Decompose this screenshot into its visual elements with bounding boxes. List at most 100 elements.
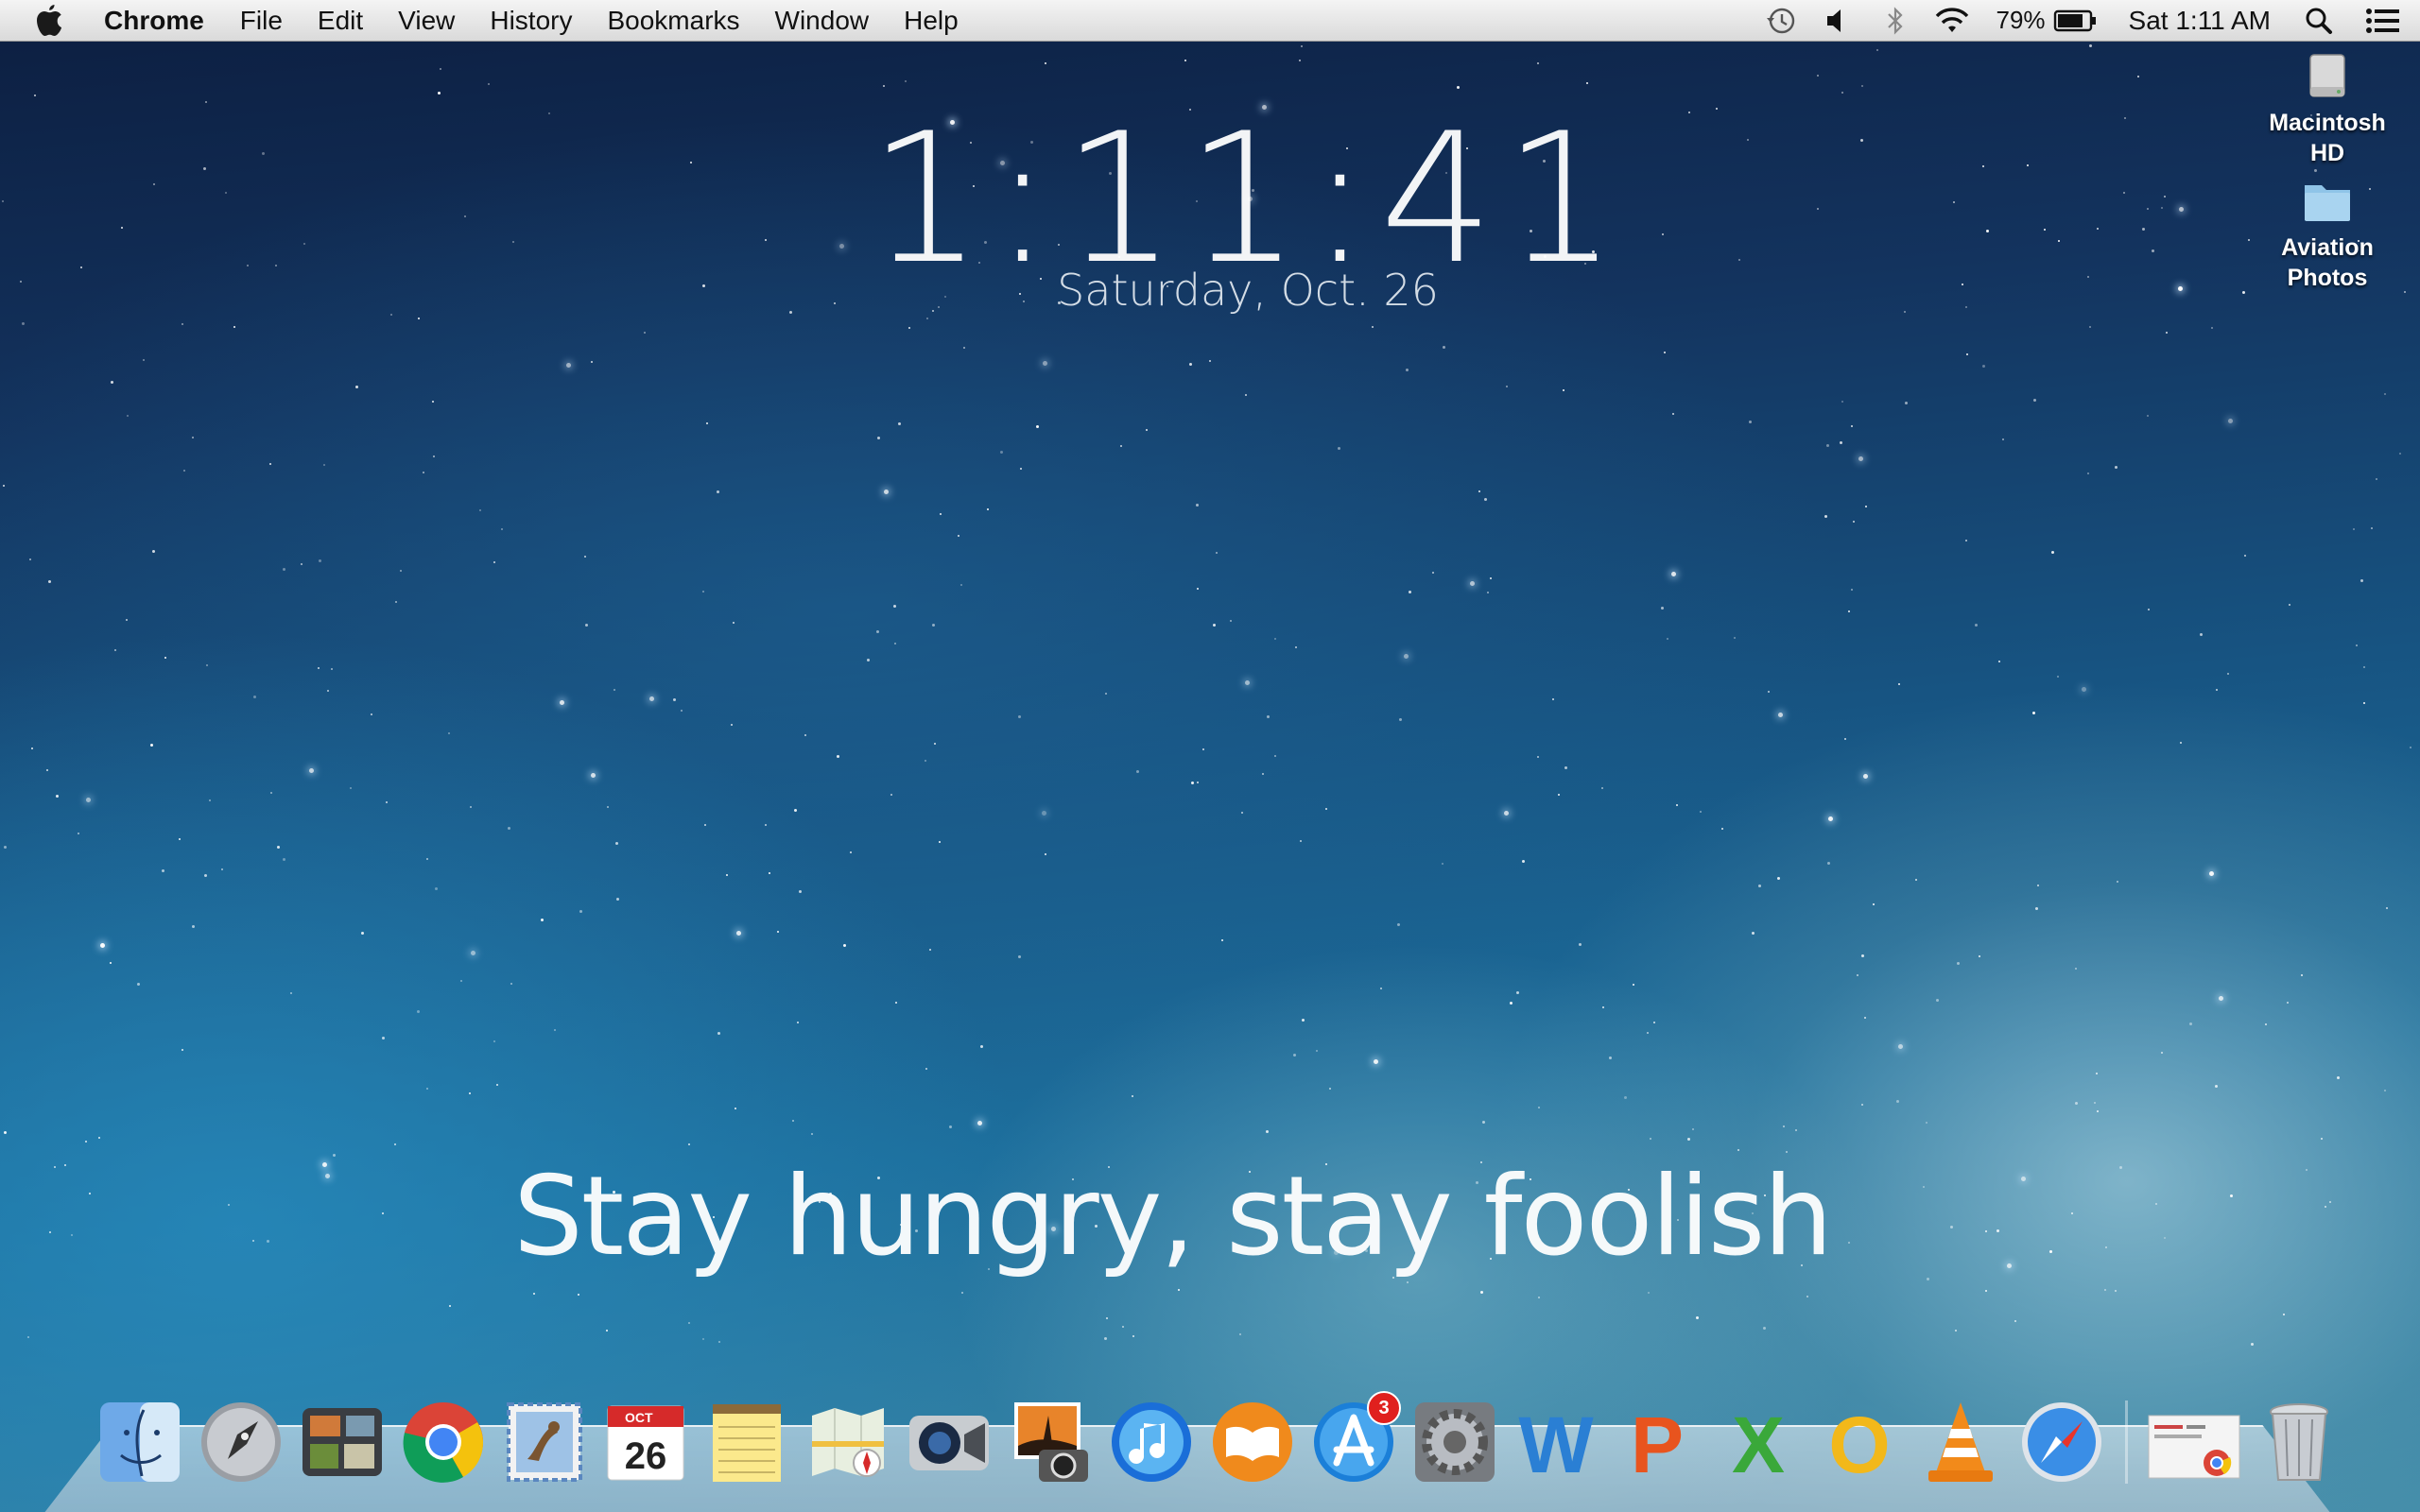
- dock-finder[interactable]: [95, 1397, 185, 1487]
- star: [769, 872, 770, 874]
- star: [940, 513, 942, 515]
- folder-icon: [2299, 176, 2356, 229]
- dock-maps[interactable]: [803, 1397, 893, 1487]
- star: [2337, 1076, 2340, 1079]
- wifi-icon[interactable]: [1933, 6, 1971, 36]
- star: [1274, 755, 1276, 757]
- dock-notes[interactable]: [701, 1397, 792, 1487]
- dock-iphoto[interactable]: [1005, 1397, 1096, 1487]
- star: [1692, 1128, 1694, 1130]
- star: [221, 868, 223, 870]
- menu-file[interactable]: File: [240, 6, 283, 36]
- calendar-day: 26: [625, 1435, 667, 1477]
- star: [183, 470, 185, 472]
- desktop-icon-aviation-photos[interactable]: Aviation Photos: [2233, 176, 2420, 293]
- dock-mission-control[interactable]: [297, 1397, 388, 1487]
- star: [1043, 361, 1047, 366]
- star: [554, 1029, 556, 1031]
- star: [1858, 456, 1863, 461]
- notification-center-icon[interactable]: [2365, 7, 2401, 35]
- star: [1841, 92, 1843, 94]
- ibooks-icon: [1213, 1402, 1292, 1482]
- star: [1851, 589, 1853, 591]
- star: [1851, 425, 1853, 427]
- notes-icon: [713, 1404, 781, 1482]
- dock-system-preferences[interactable]: [1409, 1397, 1500, 1487]
- dock-mail[interactable]: [499, 1397, 590, 1487]
- star: [1633, 984, 1634, 986]
- mail-icon: [507, 1402, 582, 1482]
- star: [1848, 610, 1850, 612]
- star: [1538, 1297, 1540, 1298]
- star: [939, 841, 941, 843]
- desktop-icon-label: Aviation: [2281, 234, 2374, 261]
- trash-icon: [2270, 1403, 2328, 1481]
- star: [893, 605, 896, 608]
- star: [204, 874, 207, 877]
- star: [2384, 1090, 2386, 1091]
- star: [1120, 445, 1122, 447]
- star: [126, 619, 128, 621]
- menu-view[interactable]: View: [398, 6, 455, 36]
- star: [510, 983, 512, 985]
- menu-help[interactable]: Help: [904, 6, 959, 36]
- star: [86, 798, 91, 802]
- star: [585, 624, 588, 627]
- dock-calendar[interactable]: OCT 26: [600, 1397, 691, 1487]
- star: [110, 962, 112, 964]
- dock-app-store[interactable]: 3: [1308, 1391, 1401, 1487]
- menu-history[interactable]: History: [490, 6, 572, 36]
- dock-word[interactable]: W: [1511, 1397, 1601, 1487]
- star: [1516, 991, 1519, 994]
- dock-safari[interactable]: [2016, 1397, 2107, 1487]
- dock-ibooks[interactable]: [1207, 1397, 1298, 1487]
- dock-launchpad[interactable]: [196, 1397, 286, 1487]
- menu-window[interactable]: Window: [775, 6, 870, 36]
- star: [1045, 62, 1046, 64]
- star: [1853, 521, 1855, 523]
- star: [2356, 644, 2358, 646]
- star: [884, 490, 889, 494]
- facetime-icon: [909, 1416, 989, 1470]
- star: [883, 85, 885, 87]
- star: [932, 624, 935, 627]
- dock-powerpoint[interactable]: P: [1612, 1397, 1703, 1487]
- star: [673, 698, 676, 701]
- time-machine-icon[interactable]: [1765, 5, 1797, 37]
- desktop-icon-macintosh-hd[interactable]: Macintosh HD: [2233, 51, 2420, 168]
- star: [1146, 429, 1148, 431]
- spotlight-search-icon[interactable]: [2305, 7, 2333, 35]
- battery-percent[interactable]: 79%: [1996, 6, 2045, 35]
- menubar-clock[interactable]: Sat 1:11 AM: [2129, 6, 2271, 36]
- menu-edit[interactable]: Edit: [318, 6, 363, 36]
- menu-bookmarks[interactable]: Bookmarks: [607, 6, 739, 36]
- excel-icon: X: [1732, 1400, 1785, 1487]
- star: [578, 1294, 579, 1296]
- dock-chrome[interactable]: [398, 1397, 489, 1487]
- battery-icon[interactable]: [2053, 9, 2097, 33]
- star: [1586, 82, 1588, 84]
- volume-icon[interactable]: [1825, 7, 1846, 35]
- star: [717, 1032, 720, 1035]
- dock-facetime[interactable]: [904, 1397, 994, 1487]
- star: [765, 824, 767, 826]
- dock-downloads-stack[interactable]: [2145, 1397, 2243, 1487]
- star: [2137, 76, 2139, 77]
- star: [1338, 447, 1340, 450]
- widget-date: Saturday, Oct. 26: [1057, 265, 1439, 316]
- menu-app-name[interactable]: Chrome: [104, 6, 204, 36]
- star: [1795, 1129, 1797, 1131]
- dock-vlc[interactable]: [1915, 1397, 2006, 1487]
- star: [1857, 974, 1858, 976]
- star: [1325, 808, 1327, 810]
- star: [704, 824, 706, 826]
- dock-itunes[interactable]: [1106, 1397, 1197, 1487]
- dock-trash[interactable]: [2254, 1397, 2344, 1487]
- bluetooth-icon[interactable]: [1886, 6, 1905, 36]
- dock-excel[interactable]: X: [1713, 1397, 1804, 1487]
- star: [614, 689, 615, 691]
- star: [2082, 687, 2086, 692]
- star: [1667, 638, 1668, 640]
- apple-menu-icon[interactable]: [34, 2, 72, 40]
- dock-outlook[interactable]: O: [1814, 1397, 1905, 1487]
